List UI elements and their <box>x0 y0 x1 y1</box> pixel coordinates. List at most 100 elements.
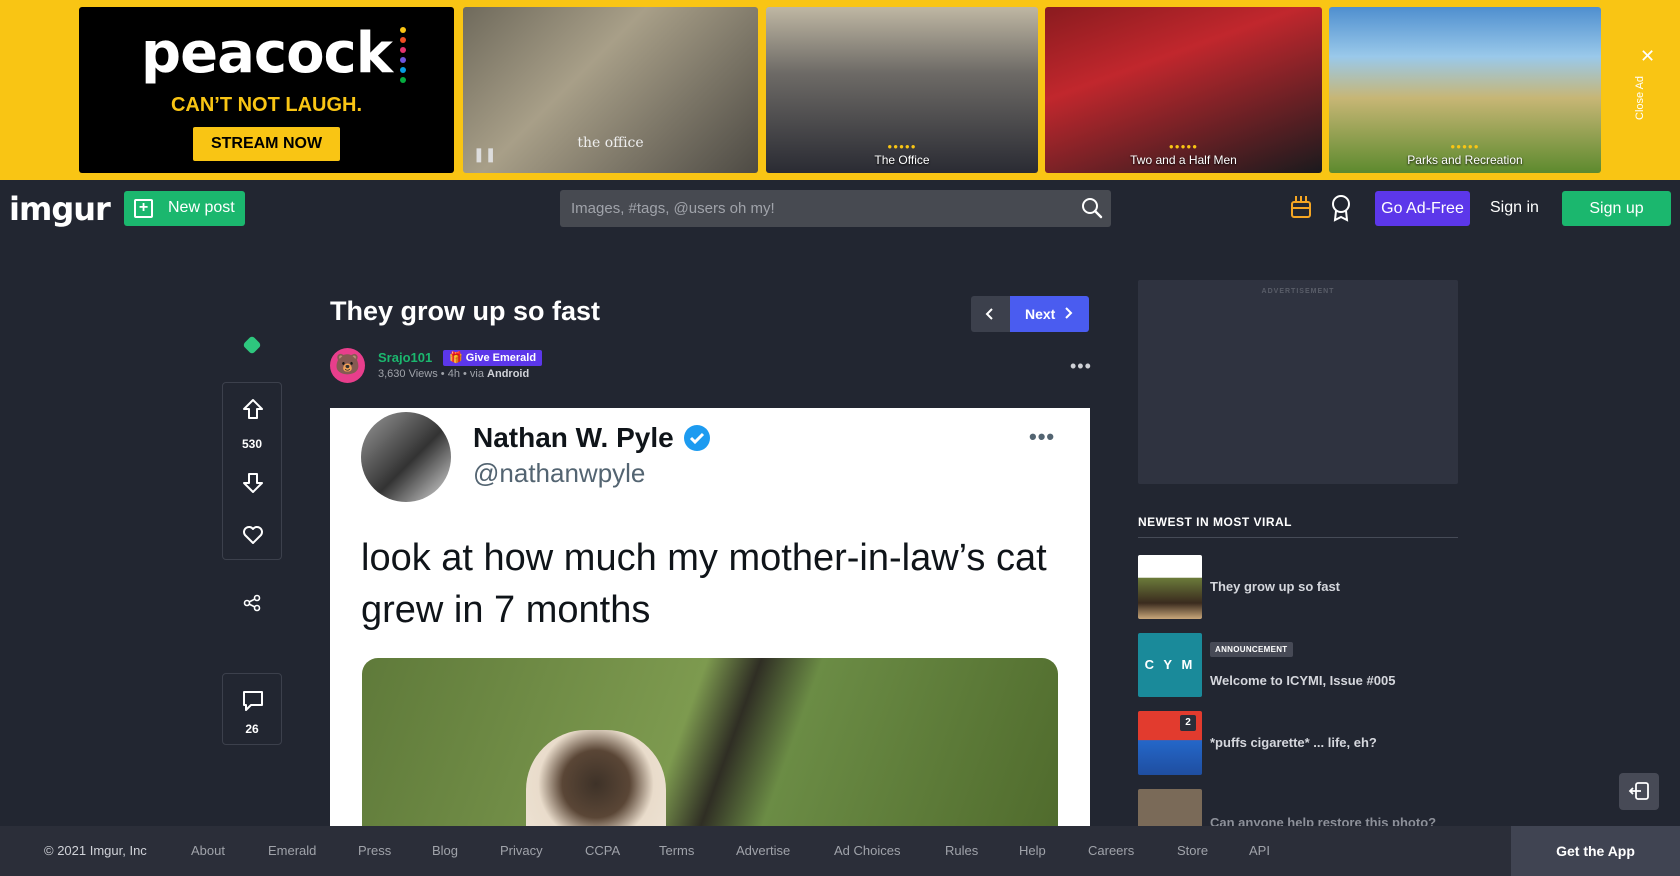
emerald-icon[interactable] <box>242 335 262 355</box>
post-thumbnail: C Y M <box>1138 633 1202 697</box>
post-image[interactable]: Nathan W. Pyle @nathanwpyle ••• look at … <box>330 408 1090 828</box>
rating-stars-icon: ●●●●● <box>1168 142 1199 151</box>
sign-out-icon <box>1628 782 1649 800</box>
divider <box>1138 537 1458 538</box>
award-ribbon-icon[interactable] <box>1330 194 1352 222</box>
upvote-icon[interactable] <box>241 397 265 421</box>
rating-stars-icon: ●●●●● <box>1450 142 1480 151</box>
previous-post-button[interactable] <box>971 296 1010 332</box>
ad-banner: peacock CAN’T NOT LAUGH. STREAM NOW ❚❚ t… <box>0 0 1680 180</box>
search-icon[interactable] <box>1081 197 1103 219</box>
comments-button[interactable]: 26 <box>222 673 282 745</box>
ad-tile-two-and-a-half-men[interactable]: ●●●●● Two and a Half Men <box>1045 7 1322 173</box>
ad-tile-title: the office <box>577 135 644 151</box>
ad-tile-caption: Parks and Recreation <box>1407 153 1523 167</box>
list-item-title: Can anyone help restore this photo? <box>1210 815 1437 826</box>
peacock-dots-icon <box>399 27 406 87</box>
calendar-gift-icon[interactable] <box>1290 194 1312 220</box>
footer-link-emerald[interactable]: Emerald <box>268 843 316 858</box>
footer-link-store[interactable]: Store <box>1177 843 1208 858</box>
vote-score: 530 <box>241 437 263 451</box>
ad-tile-parks-and-recreation[interactable]: ●●●●● Parks and Recreation <box>1329 7 1601 173</box>
footer-link-privacy[interactable]: Privacy <box>500 843 543 858</box>
list-item-title: *puffs cigarette* ... life, eh? <box>1210 735 1377 750</box>
footer-link-advertise[interactable]: Advertise <box>736 843 790 858</box>
tweet-handle: @nathanwpyle <box>473 458 646 488</box>
post-author[interactable]: Srajo101 <box>378 350 432 365</box>
list-item-title: They grow up so fast <box>1210 579 1341 594</box>
footer-link-rules[interactable]: Rules <box>945 843 978 858</box>
go-ad-free-button[interactable]: Go Ad-Free <box>1375 191 1470 226</box>
vote-panel: 530 <box>222 382 282 560</box>
peacock-logo: peacock <box>141 21 406 86</box>
chevron-right-icon <box>1065 307 1073 319</box>
sign-up-button[interactable]: Sign up <box>1562 191 1671 226</box>
cat-photo <box>526 730 666 828</box>
imgur-logo[interactable]: imgur <box>9 190 111 228</box>
post-age: 4h <box>447 368 460 380</box>
search-bar[interactable] <box>560 190 1111 227</box>
get-the-app-button[interactable]: Get the App <box>1511 826 1680 876</box>
footer-link-terms[interactable]: Terms <box>659 843 694 858</box>
close-ad-button[interactable]: ✕ Close Ad <box>1614 0 1680 180</box>
copyright: © 2021 Imgur, Inc <box>44 843 147 858</box>
downvote-icon[interactable] <box>241 471 265 495</box>
list-item[interactable]: 2 *puffs cigarette* ... life, eh? <box>1138 711 1458 775</box>
user-avatar[interactable]: 🐻 <box>330 348 365 383</box>
comment-count: 26 <box>245 722 259 736</box>
section-title: NEWEST IN MOST VIRAL <box>1138 515 1292 529</box>
give-emerald-button[interactable]: 🎁 Give Emerald <box>443 350 543 366</box>
ad-tile-the-office[interactable]: ●●●●● The Office <box>766 7 1038 173</box>
share-icon[interactable] <box>243 594 261 612</box>
search-input[interactable] <box>560 190 1060 227</box>
post-meta: 3,630 Views • 4h • via Android <box>378 368 530 380</box>
post-source: Android <box>487 368 530 380</box>
chevron-left-icon <box>985 308 993 320</box>
footer-link-api[interactable]: API <box>1249 843 1270 858</box>
post-thumbnail <box>1138 789 1202 826</box>
post-thumbnail: 2 <box>1138 711 1202 775</box>
gift-icon: 🎁 <box>449 352 463 364</box>
post-title: They grow up so fast <box>330 296 601 326</box>
sign-in-link[interactable]: Sign in <box>1490 199 1539 217</box>
list-item[interactable]: They grow up so fast <box>1138 555 1458 619</box>
announcement-badge: ANNOUNCEMENT <box>1210 642 1293 657</box>
close-ad-label: Close Ad <box>1634 75 1646 120</box>
peacock-ad[interactable]: peacock CAN’T NOT LAUGH. STREAM NOW <box>79 7 454 173</box>
rating-stars-icon: ●●●●● <box>887 142 917 151</box>
footer-link-help[interactable]: Help <box>1019 843 1046 858</box>
ad-tile-the-office-video[interactable]: ❚❚ the office <box>463 7 758 173</box>
new-post-button[interactable]: + New post <box>124 191 245 226</box>
advertisement-slot: ADVERTISEMENT <box>1138 280 1458 484</box>
footer-link-ad-choices[interactable]: Ad Choices <box>834 843 900 858</box>
list-item-title: Welcome to ICYMI, Issue #005 <box>1210 673 1396 688</box>
ad-tile-caption: The Office <box>874 153 930 167</box>
comment-bubble-icon <box>243 691 263 711</box>
close-icon[interactable]: ✕ <box>1640 46 1655 67</box>
image-count-badge: 2 <box>1180 715 1196 731</box>
post-thumbnail <box>1138 555 1202 619</box>
tweet-photo <box>362 658 1058 828</box>
footer-link-careers[interactable]: Careers <box>1088 843 1134 858</box>
footer-link-press[interactable]: Press <box>358 843 391 858</box>
list-item[interactable]: Can anyone help restore this photo? <box>1138 789 1458 826</box>
tweet-avatar <box>361 412 451 502</box>
footer-link-about[interactable]: About <box>191 843 225 858</box>
exit-fullscreen-button[interactable] <box>1619 773 1659 810</box>
list-item[interactable]: C Y M ANNOUNCEMENT Welcome to ICYMI, Iss… <box>1138 633 1458 697</box>
stream-now-button[interactable]: STREAM NOW <box>192 127 341 161</box>
view-count: 3,630 Views <box>378 368 438 380</box>
footer-link-blog[interactable]: Blog <box>432 843 458 858</box>
more-options-icon[interactable]: ••• <box>1070 356 1092 377</box>
peacock-tagline: CAN’T NOT LAUGH. <box>170 94 363 116</box>
tweet-author-name: Nathan W. Pyle <box>473 422 674 453</box>
tweet-text: look at how much my mother-in-law’s cat … <box>361 537 1047 631</box>
next-post-button[interactable]: Next <box>1010 296 1089 332</box>
ad-tile-caption: Two and a Half Men <box>1130 153 1237 167</box>
footer-link-ccpa[interactable]: CCPA <box>585 843 620 858</box>
plus-icon: + <box>134 199 153 218</box>
ad-label: ADVERTISEMENT <box>1261 288 1335 295</box>
verified-check-icon <box>684 425 710 451</box>
favorite-heart-icon[interactable] <box>241 523 265 547</box>
tweet-more-icon: ••• <box>1029 424 1056 449</box>
